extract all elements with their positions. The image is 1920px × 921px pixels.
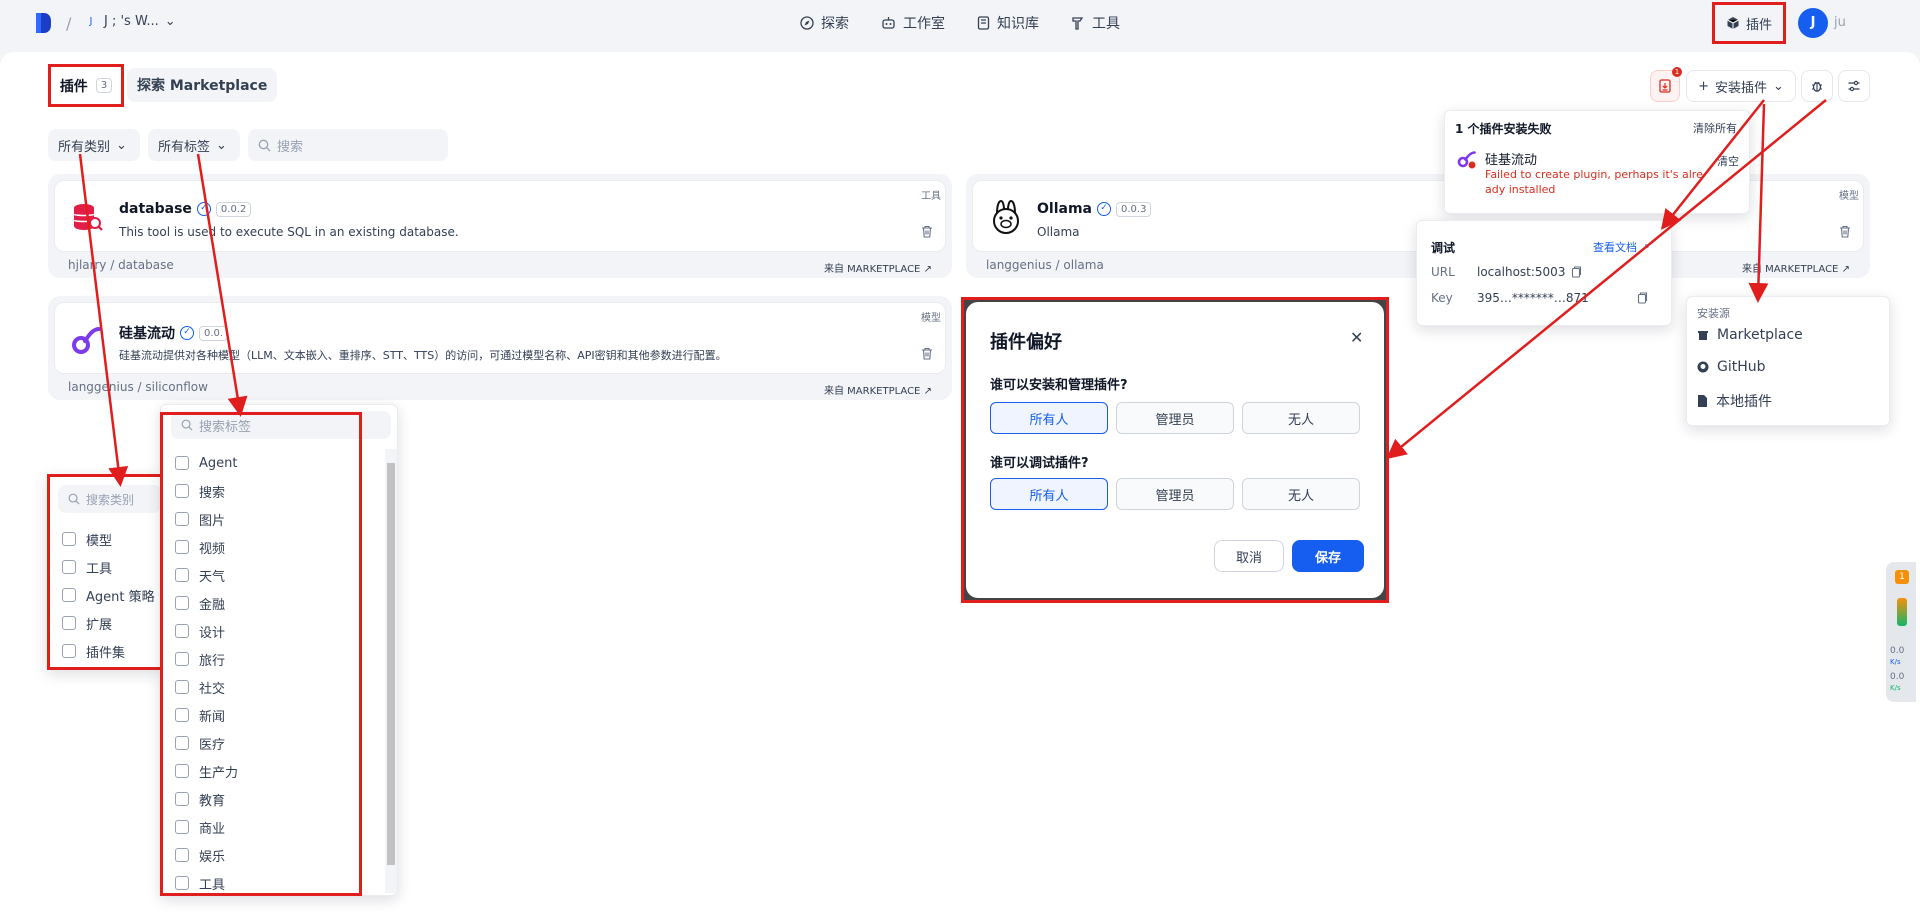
- annotation-arrows: [78, 99, 1827, 487]
